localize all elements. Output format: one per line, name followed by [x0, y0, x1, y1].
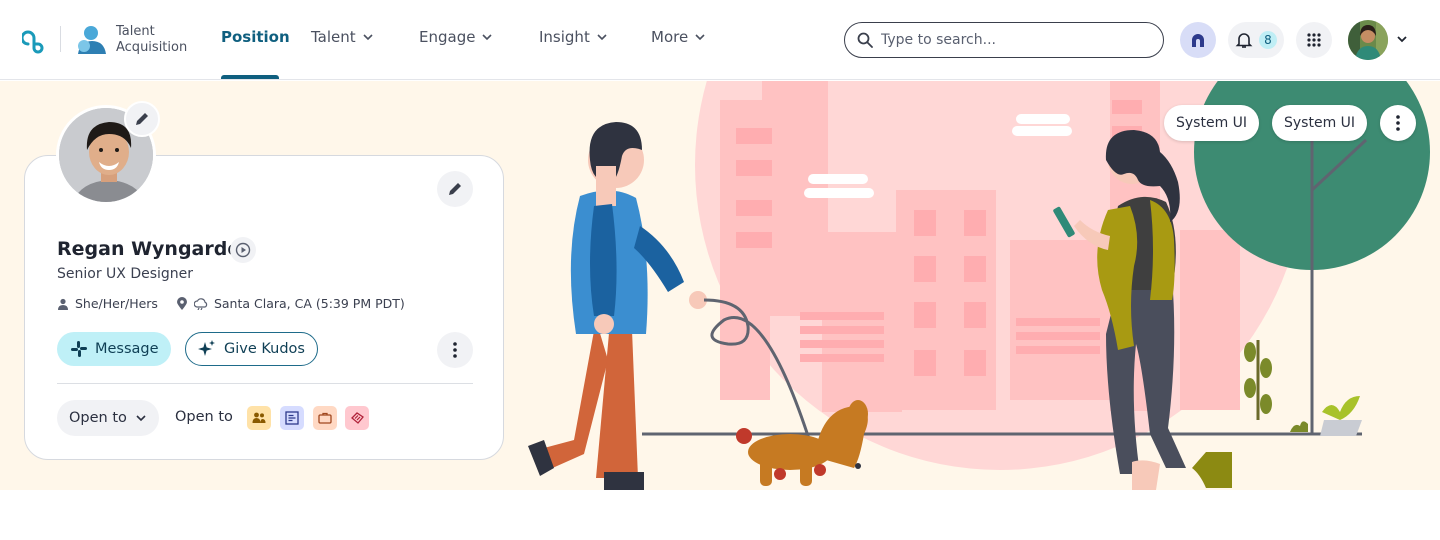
chevron-down-icon[interactable] [1396, 33, 1408, 45]
person-icon [58, 298, 68, 310]
apps-menu-button[interactable] [1296, 22, 1332, 58]
open-to-briefcase-chip[interactable] [313, 406, 337, 430]
search-input[interactable] [881, 32, 1151, 48]
user-avatar-image [1348, 20, 1388, 60]
kudos-label: Give Kudos [224, 341, 305, 357]
edit-avatar-button[interactable] [124, 101, 160, 137]
assistant-icon [1192, 34, 1204, 47]
notification-count-badge: 8 [1259, 31, 1277, 49]
open-to-ticket-chip[interactable] [345, 406, 369, 430]
pronouns: She/Her/Hers [75, 296, 158, 311]
name-pronunciation-button[interactable] [230, 237, 256, 263]
chevron-down-icon [136, 415, 146, 422]
active-nav-indicator [221, 75, 279, 79]
nav-insight[interactable]: Insight [539, 28, 608, 46]
apps-grid-icon [1307, 33, 1321, 47]
profile-name: Regan Wyngarde [57, 238, 241, 260]
chevron-down-icon [695, 34, 705, 41]
message-label: Message [95, 341, 159, 357]
nav-engage[interactable]: Engage [419, 28, 493, 46]
briefcase-icon [318, 412, 332, 424]
bell-icon [1235, 33, 1253, 48]
message-button[interactable]: Message [57, 332, 171, 366]
list-icon [285, 411, 299, 425]
play-circle-icon [235, 242, 251, 258]
nav-label: Insight [539, 28, 590, 46]
card-divider [57, 383, 473, 384]
chevron-down-icon [597, 34, 607, 41]
chevron-down-icon [482, 34, 493, 41]
assistant-button[interactable] [1180, 22, 1216, 58]
chevron-down-icon [363, 34, 373, 41]
edit-profile-button[interactable] [437, 171, 473, 207]
logo-divider [60, 26, 61, 52]
app-logo-icon[interactable] [22, 26, 50, 54]
slack-icon [71, 341, 87, 357]
nav-talent[interactable]: Talent [311, 28, 374, 46]
nav-more[interactable]: More [651, 28, 706, 46]
nav-label: Engage [419, 28, 476, 46]
talent-acquisition-icon [78, 26, 106, 54]
people-icon [252, 412, 266, 423]
pencil-icon [449, 183, 461, 195]
search-bar[interactable] [844, 22, 1164, 58]
nav-label: More [651, 28, 689, 46]
open-to-label: Open to [175, 409, 233, 425]
system-ui-button[interactable]: System UI [1272, 105, 1368, 141]
kebab-menu-icon [1396, 115, 1400, 131]
nav-label: Talent [311, 28, 356, 46]
nav-position[interactable]: Position [221, 28, 290, 46]
give-kudos-button[interactable]: Give Kudos [185, 332, 318, 366]
open-to-people-chip[interactable] [247, 406, 271, 430]
open-to-dropdown-label: Open to [69, 410, 127, 426]
location-time: Santa Clara, CA (5:39 PM PDT) [213, 296, 405, 311]
ticket-icon [351, 412, 364, 424]
banner-more-button[interactable] [1380, 105, 1416, 141]
sparkle-icon [198, 340, 215, 356]
top-navigation-bar: Talent Acquisition Position Talent Engag… [0, 0, 1440, 80]
open-to-dropdown[interactable]: Open to [57, 400, 159, 436]
profile-more-button[interactable] [437, 332, 473, 368]
user-avatar[interactable] [1348, 20, 1388, 60]
open-to-list-chip[interactable] [280, 406, 304, 430]
pencil-icon [136, 113, 148, 125]
kebab-menu-icon [453, 342, 457, 358]
profile-meta: She/Her/Hers Santa Clara, CA (5:39 PM PD… [57, 296, 405, 311]
job-title: Senior UX Designer [57, 266, 194, 282]
location-pin-icon [176, 296, 187, 310]
app-name: Talent Acquisition [116, 24, 188, 55]
search-icon [857, 32, 873, 48]
notifications-button[interactable]: 8 [1228, 22, 1284, 58]
nav-label: Position [221, 28, 290, 46]
system-ui-button[interactable]: System UI [1164, 105, 1260, 141]
weather-icon [193, 297, 208, 310]
